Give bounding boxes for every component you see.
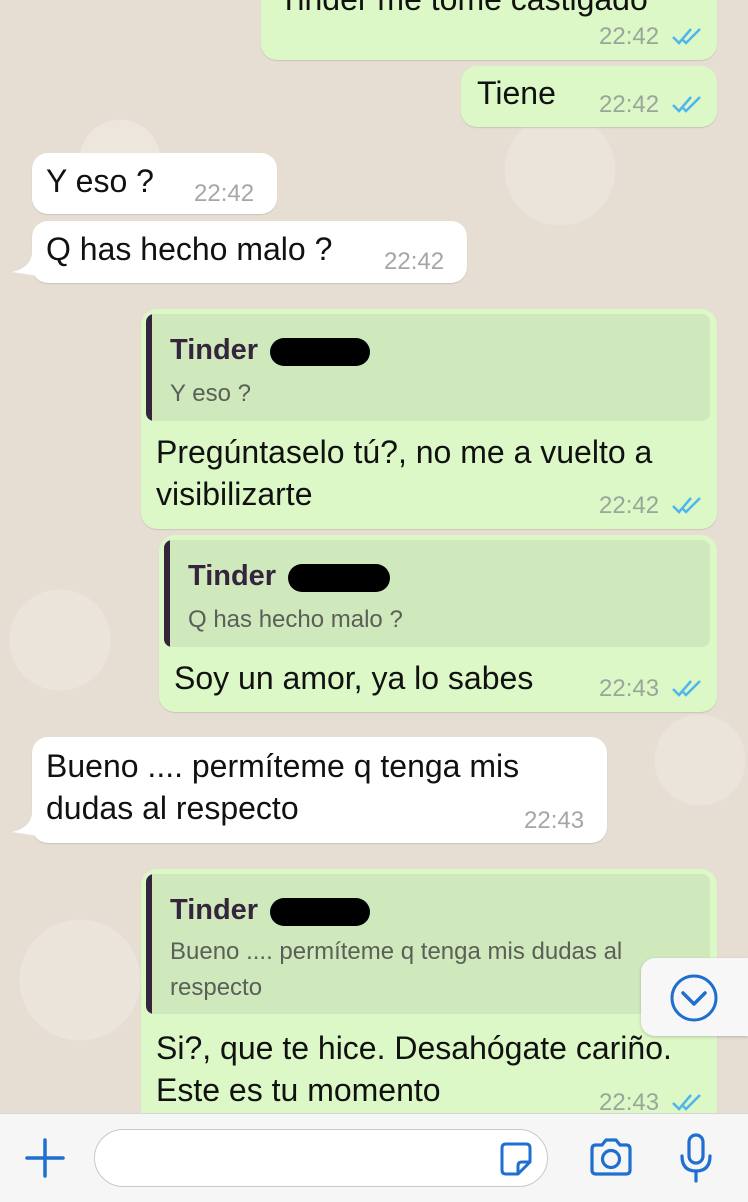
message-text: Pregúntaselo tú?, no me a vuelto a visib… xyxy=(156,434,653,512)
bubble-tail xyxy=(12,254,38,276)
message-text: Soy un amor, ya lo sabes xyxy=(174,660,534,696)
message-time: 22:42 xyxy=(599,492,660,519)
redacted-name xyxy=(270,898,370,926)
message-incoming[interactable]: Y eso ? 22:42 xyxy=(32,153,277,214)
message-outgoing-reply[interactable]: Tinder Bueno .... permíteme q tenga mis … xyxy=(141,869,717,1113)
message-time: 22:43 xyxy=(524,807,585,834)
message-time: 22:42 xyxy=(599,23,660,50)
message-outgoing-reply[interactable]: Tinder Q has hecho malo ? Soy un amor, y… xyxy=(159,535,717,712)
message-text: Bueno .... permíteme q tenga mis dudas a… xyxy=(46,748,520,826)
message-text: Tinder me tomé castigado xyxy=(279,0,648,20)
quoted-message[interactable]: Tinder Q has hecho malo ? xyxy=(164,540,710,647)
read-ticks-icon xyxy=(672,96,701,113)
message-outgoing[interactable]: Tinder me tomé castigado 22:42 xyxy=(261,0,717,60)
message-time: 22:43 xyxy=(599,1089,660,1113)
read-ticks-icon xyxy=(672,497,701,514)
message-outgoing[interactable]: Tiene 22:42 xyxy=(461,66,717,127)
camera-icon[interactable] xyxy=(588,1137,634,1177)
chat-area[interactable]: Tinder me tomé castigado 22:42 Tiene 22:… xyxy=(0,0,748,1113)
sticker-icon[interactable] xyxy=(498,1142,534,1176)
message-incoming[interactable]: Bueno .... permíteme q tenga mis dudas a… xyxy=(32,737,607,843)
message-composer xyxy=(0,1113,748,1202)
quote-author: Tinder xyxy=(188,560,277,592)
quote-bar xyxy=(146,314,152,421)
quote-author: Tinder xyxy=(170,334,259,366)
read-ticks-icon xyxy=(672,1094,701,1111)
quote-author: Tinder xyxy=(170,894,259,926)
chevron-down-icon xyxy=(670,974,718,1022)
message-text: Tiene xyxy=(477,75,556,111)
read-ticks-icon xyxy=(672,680,701,697)
scroll-to-bottom-button[interactable] xyxy=(641,958,748,1036)
quote-bar xyxy=(146,874,152,1014)
microphone-icon[interactable] xyxy=(678,1132,714,1184)
message-time: 22:42 xyxy=(599,91,660,118)
message-input[interactable] xyxy=(94,1129,548,1187)
message-text: Y eso ? xyxy=(46,163,154,199)
plus-icon[interactable] xyxy=(24,1137,66,1179)
quote-bar xyxy=(164,540,170,647)
message-time: 22:42 xyxy=(384,248,445,275)
quoted-message[interactable]: Tinder Y eso ? xyxy=(146,314,710,421)
message-text: Si?, que te hice. Desahógate cariño. Est… xyxy=(156,1030,672,1108)
message-incoming[interactable]: Q has hecho malo ? 22:42 xyxy=(32,221,467,283)
bubble-tail xyxy=(12,814,38,836)
message-outgoing-reply[interactable]: Tinder Y eso ? Pregúntaselo tú?, no me a… xyxy=(141,309,717,529)
redacted-name xyxy=(270,338,370,366)
message-time: 22:42 xyxy=(194,180,255,207)
read-ticks-icon xyxy=(672,28,701,45)
message-text: Q has hecho malo ? xyxy=(46,231,333,267)
quote-text: Q has hecho malo ? xyxy=(188,606,403,633)
quoted-message[interactable]: Tinder Bueno .... permíteme q tenga mis … xyxy=(146,874,710,1014)
redacted-name xyxy=(288,564,390,592)
quote-text: Y eso ? xyxy=(170,380,251,407)
quote-text: Bueno .... permíteme q tenga mis dudas a… xyxy=(170,938,623,1001)
message-time: 22:43 xyxy=(599,675,660,702)
